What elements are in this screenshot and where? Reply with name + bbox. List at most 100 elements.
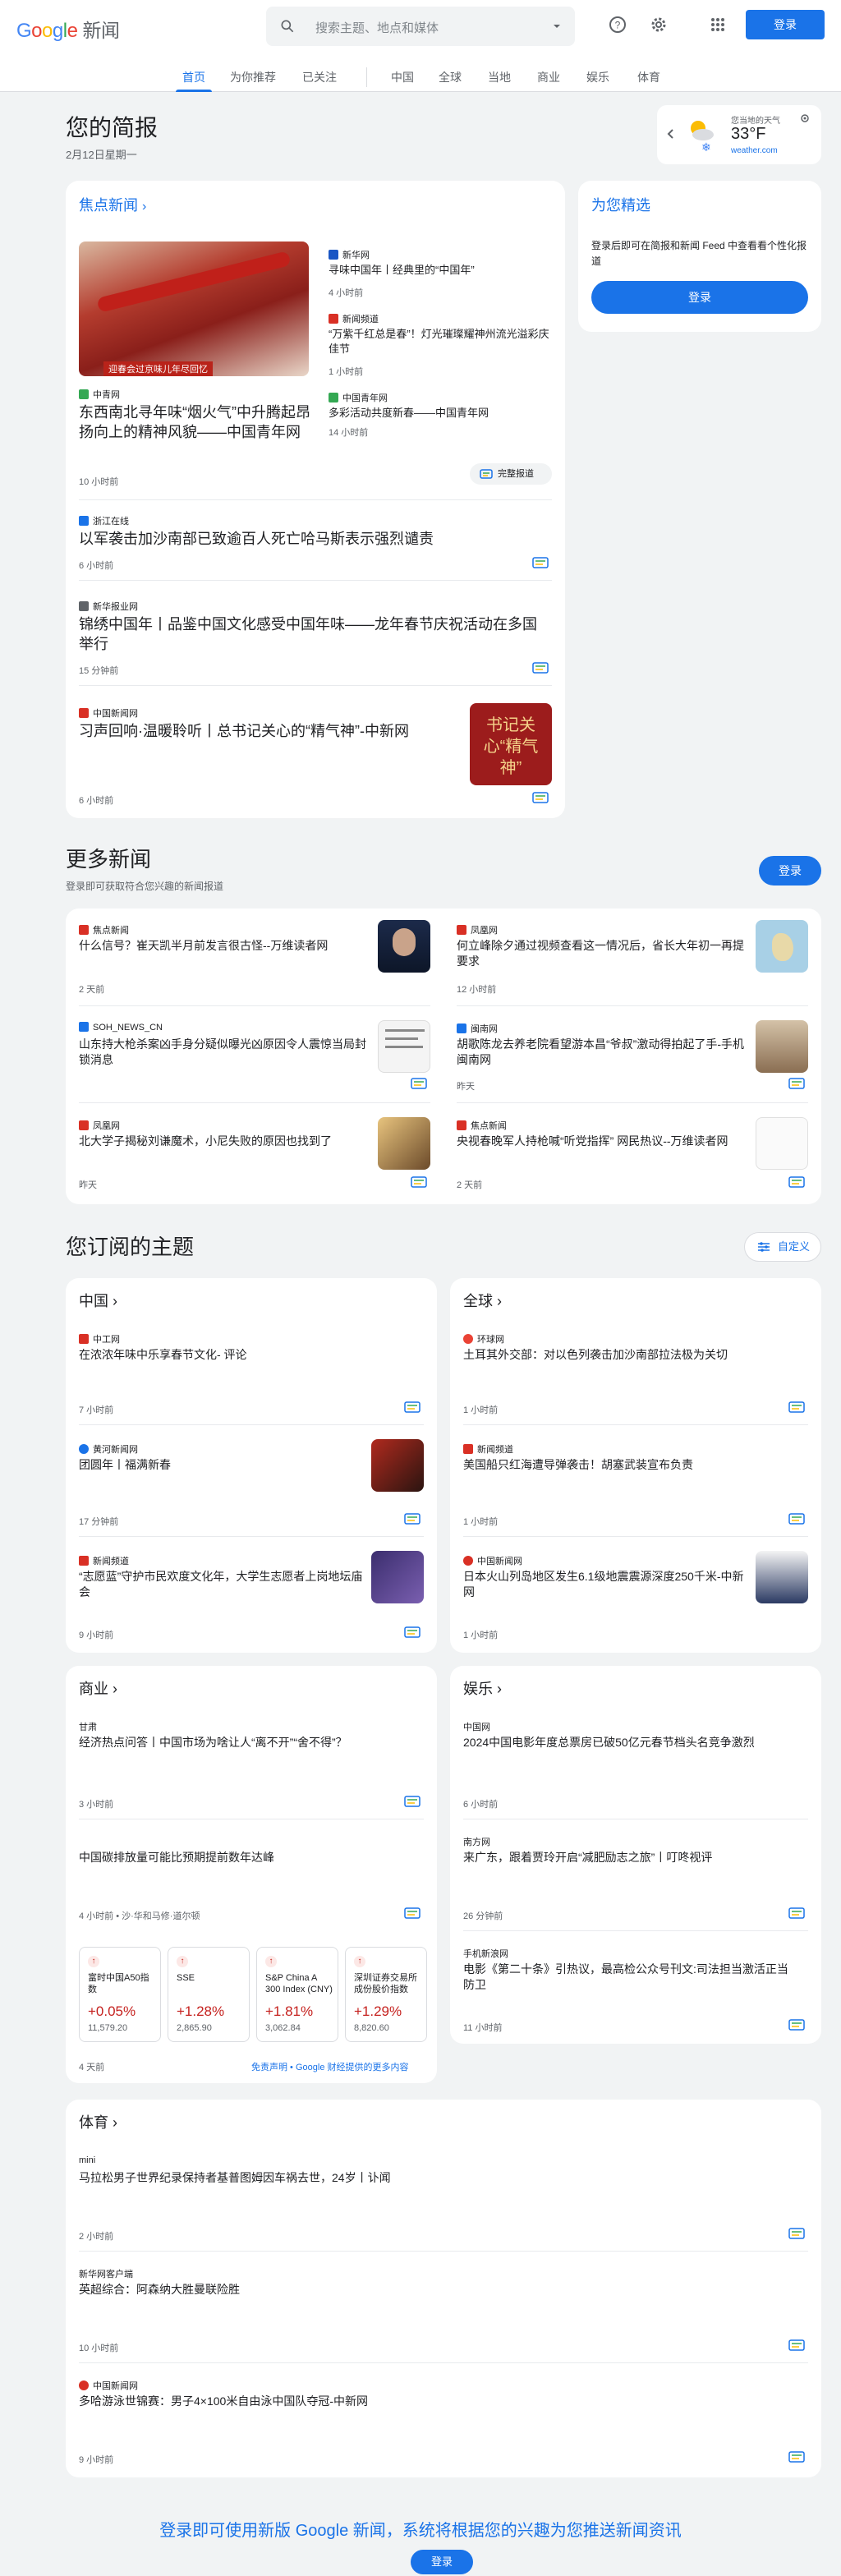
weather-source[interactable]: weather.com: [731, 146, 778, 155]
top-story-image[interactable]: 迎春会过京味儿年尽回忆: [79, 242, 309, 376]
side-story-source[interactable]: 新华网: [329, 248, 370, 261]
story-source[interactable]: 焦点新闻: [457, 1119, 507, 1132]
story-title[interactable]: 中国碳排放量可能比预期提前数年达峰: [79, 1850, 424, 1865]
story-source[interactable]: 闽南网: [457, 1022, 498, 1035]
story-thumbnail[interactable]: [371, 1439, 424, 1492]
story-thumbnail[interactable]: 书记关心“精气神”: [470, 703, 552, 785]
full-coverage-icon[interactable]: [532, 557, 549, 568]
story-source[interactable]: 黄河新闻网: [79, 1442, 138, 1456]
story-source[interactable]: 中国新闻网: [79, 2379, 138, 2392]
full-coverage-button[interactable]: 完整报道: [470, 463, 552, 485]
story-source[interactable]: 浙江在线: [79, 514, 129, 527]
main-story-source[interactable]: 中青网: [79, 388, 120, 401]
story-thumbnail[interactable]: [756, 920, 808, 973]
story-source[interactable]: 凤凰网: [457, 923, 498, 936]
side-story-source[interactable]: 中国青年网: [329, 391, 388, 404]
full-coverage-icon[interactable]: [404, 1796, 420, 1807]
full-coverage-icon[interactable]: [788, 2228, 805, 2239]
footer-signin-button[interactable]: 登录: [411, 2550, 473, 2574]
story-source[interactable]: 中国新闻网: [463, 1554, 522, 1567]
story-source[interactable]: 中国新闻网: [79, 706, 138, 720]
finance-disclaimer-link[interactable]: 免责声明 • Google 财经提供的更多内容: [251, 2060, 409, 2073]
settings-gear-icon[interactable]: [649, 15, 669, 34]
story-title[interactable]: 央视春晚军人持枪喊“听党指挥” 网民热议--万维读者网: [457, 1134, 752, 1149]
story-source[interactable]: SOH_NEWS_CN: [79, 1022, 163, 1033]
story-source[interactable]: 南方网: [463, 1835, 490, 1848]
story-source[interactable]: 焦点新闻: [79, 923, 129, 936]
full-coverage-icon[interactable]: [788, 1078, 805, 1089]
story-thumbnail[interactable]: [378, 1117, 430, 1170]
story-source[interactable]: 新闻频道: [463, 1442, 513, 1456]
story-thumbnail[interactable]: [756, 1551, 808, 1603]
topic-heading[interactable]: 全球 ›: [463, 1290, 502, 1311]
side-story-title[interactable]: 寻味中国年丨经典里的“中国年”: [329, 263, 552, 278]
topic-heading[interactable]: 中国 ›: [79, 1290, 117, 1311]
full-coverage-icon[interactable]: [788, 1907, 805, 1919]
story-source[interactable]: 手机新浪网: [463, 1947, 508, 1960]
tab-entertainment[interactable]: 娱乐: [586, 69, 609, 85]
story-title[interactable]: 电影《第二十条》引热议，最高检公众号刊文:司法担当激活正当防卫: [463, 1962, 792, 1993]
search-icon[interactable]: [279, 18, 296, 34]
story-title[interactable]: 锦绣中国年丨品鉴中国文化感受中国年味——龙年春节庆祝活动在多国举行: [79, 614, 539, 655]
story-title[interactable]: 何立峰除夕通过视频查看这一情况后，省长大年初一再提要求: [457, 938, 752, 969]
story-title[interactable]: 习声回响·温暖聆听丨总书记关心的“精气神”-中新网: [79, 721, 457, 741]
chevron-left-icon[interactable]: [665, 128, 677, 140]
story-thumbnail[interactable]: [371, 1551, 424, 1603]
story-source[interactable]: 甘肃: [79, 1720, 97, 1733]
story-title[interactable]: 来广东，跟着贾玲开启“减肥励志之旅”丨叮咚视评: [463, 1850, 808, 1865]
side-story-title[interactable]: “万紫千红总是春”！灯光璀璨耀神州流光溢彩庆佳节: [329, 327, 552, 356]
story-title[interactable]: 多哈游泳世锦赛：男子4×100米自由泳中国队夺冠-中新网: [79, 2394, 785, 2409]
signin-button[interactable]: 登录: [746, 10, 825, 39]
full-coverage-icon[interactable]: [411, 1176, 427, 1188]
full-coverage-icon[interactable]: [788, 2339, 805, 2351]
story-thumbnail[interactable]: [756, 1020, 808, 1073]
tab-business[interactable]: 商业: [537, 69, 560, 85]
full-coverage-icon[interactable]: [532, 792, 549, 803]
chevron-down-icon[interactable]: [550, 20, 563, 33]
full-coverage-icon[interactable]: [404, 1401, 420, 1413]
expand-icon[interactable]: [800, 113, 810, 123]
full-coverage-icon[interactable]: [788, 1401, 805, 1413]
story-source[interactable]: 新华报业网: [79, 600, 138, 613]
story-thumbnail[interactable]: [378, 920, 430, 973]
story-source[interactable]: 凤凰网: [79, 1119, 120, 1132]
tab-local[interactable]: 当地: [488, 69, 511, 85]
side-story-title[interactable]: 多彩活动共度新春——中国青年网: [329, 406, 552, 421]
story-title[interactable]: 团圆年丨福满新春: [79, 1457, 375, 1473]
tab-china[interactable]: 中国: [391, 69, 414, 85]
story-title[interactable]: 美国船只红海遭导弹袭击！胡塞武装宣布负责: [463, 1457, 808, 1473]
google-news-logo[interactable]: Google 新闻: [16, 15, 120, 43]
story-source[interactable]: 环球网: [463, 1332, 504, 1346]
tab-following[interactable]: 已关注: [302, 69, 337, 85]
story-source[interactable]: 中国网: [463, 1720, 490, 1733]
story-title[interactable]: 马拉松男子世界纪录保持者基普图姆因车祸去世，24岁丨讣闻: [79, 2170, 785, 2186]
story-title[interactable]: 经济热点问答丨中国市场为啥让人“离不开”“舍不得”？: [79, 1735, 375, 1750]
search-bar[interactable]: 搜索主题、地点和媒体: [266, 7, 575, 46]
tab-world[interactable]: 全球: [439, 69, 462, 85]
stock-card[interactable]: ↑ 富时中国A50指数 +0.05% 11,579.20: [79, 1947, 161, 2042]
story-title[interactable]: 什么信号？崔天凯半月前发言很古怪--万维读者网: [79, 938, 375, 954]
story-source[interactable]: mini: [79, 2155, 95, 2165]
stock-card[interactable]: ↑ 深圳证券交易所成份股价指数 +1.29% 8,820.60: [345, 1947, 427, 2042]
full-coverage-icon[interactable]: [532, 662, 549, 674]
story-title[interactable]: 2024中国电影年度总票房已破50亿元春节档头名竞争激烈: [463, 1735, 808, 1750]
full-coverage-icon[interactable]: [788, 2019, 805, 2031]
story-title[interactable]: “志愿蓝”守护市民欢度文化年，大学生志愿者上岗地坛庙会: [79, 1569, 366, 1600]
story-source[interactable]: 新闻频道: [79, 1554, 129, 1567]
full-coverage-icon[interactable]: [411, 1078, 427, 1089]
for-you-signin-button[interactable]: 登录: [591, 281, 808, 314]
main-story-title[interactable]: 东西南北寻年味“烟火气”中升腾起昂扬向上的精神风貌——中国青年网: [79, 402, 312, 443]
story-title[interactable]: 山东持大枪杀案凶手身分疑似曝光凶原因令人震惊当局封锁消息: [79, 1037, 375, 1068]
story-thumbnail[interactable]: [378, 1020, 430, 1073]
side-story-source[interactable]: 新闻频道: [329, 312, 379, 325]
full-coverage-icon[interactable]: [788, 1176, 805, 1188]
topic-heading[interactable]: 商业 ›: [79, 1677, 117, 1699]
apps-grid-icon[interactable]: [708, 15, 728, 34]
weather-widget[interactable]: ❄ 您当地的天气 33°F weather.com: [657, 105, 821, 164]
more-news-signin-button[interactable]: 登录: [759, 856, 821, 886]
story-title[interactable]: 日本火山列岛地区发生6.1级地震震源深度250千米-中新网: [463, 1569, 751, 1600]
stock-card[interactable]: ↑ SSE +1.28% 2,865.90: [168, 1947, 250, 2042]
customize-button[interactable]: 自定义: [744, 1232, 821, 1262]
full-coverage-icon[interactable]: [788, 2451, 805, 2463]
tab-home[interactable]: 首页: [182, 69, 205, 85]
